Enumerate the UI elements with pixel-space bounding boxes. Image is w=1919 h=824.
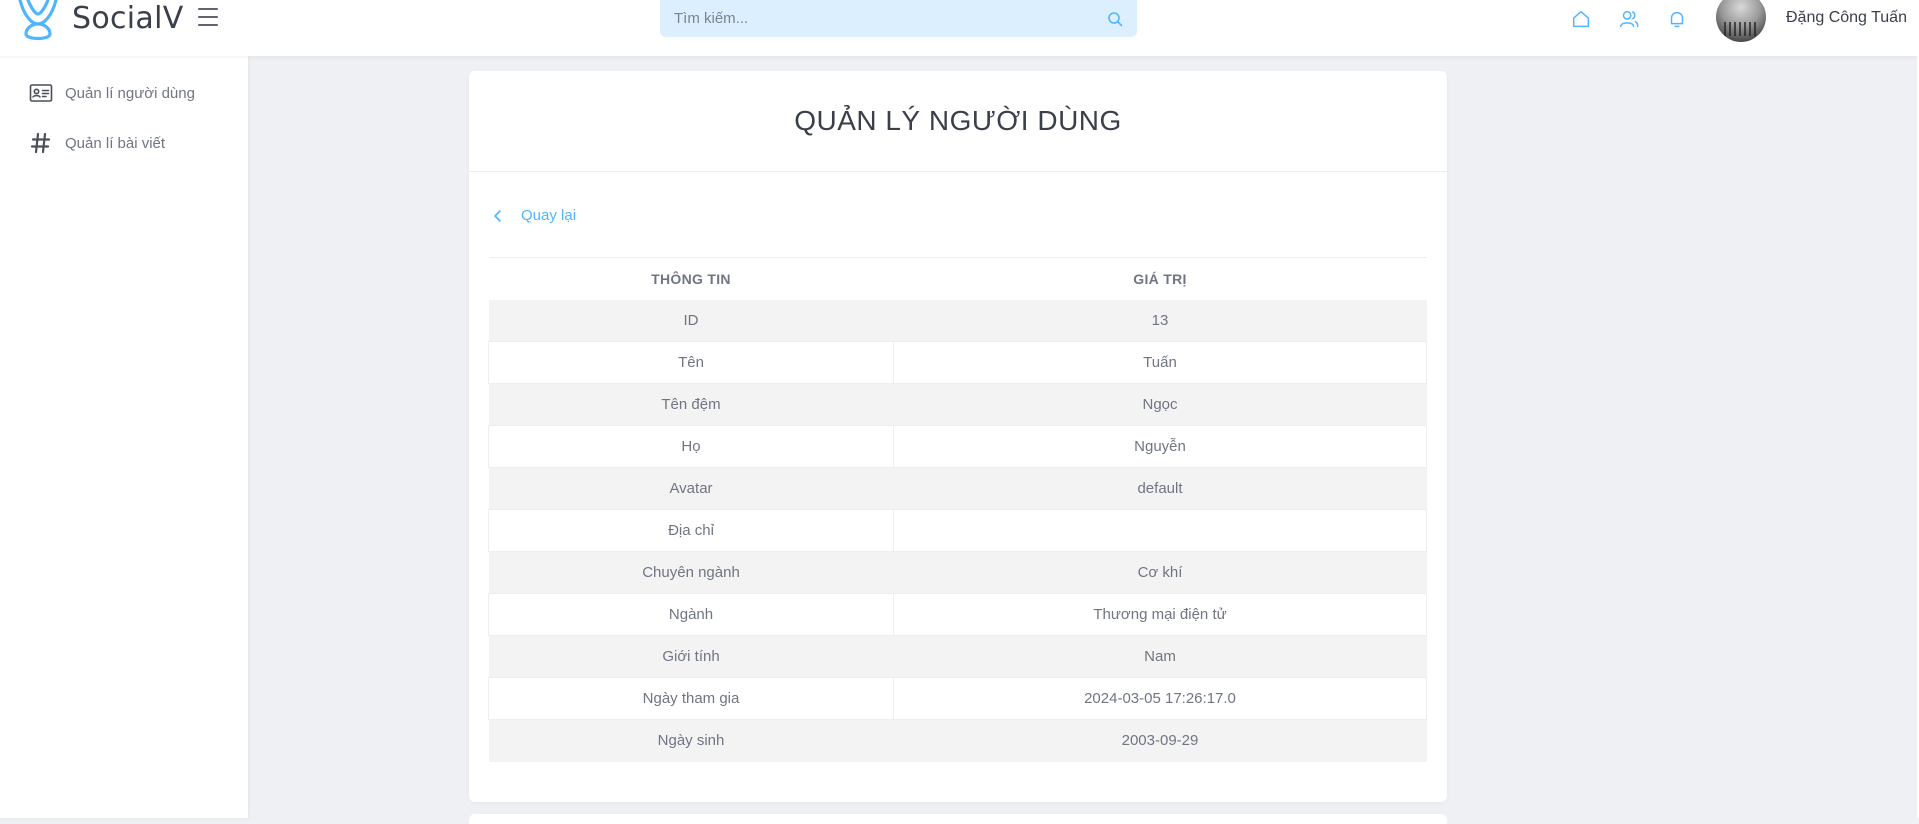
row-value: 2003-09-29 <box>893 719 1427 762</box>
table-row: Avatar default <box>488 467 1427 510</box>
table-row: Địa chỉ <box>488 509 1427 552</box>
menu-toggle-icon[interactable] <box>198 8 218 26</box>
row-label: Ngày tham gia <box>488 677 894 720</box>
table-header-row: THÔNG TIN GIÁ TRỊ <box>488 257 1427 300</box>
brand-logo[interactable]: SocialV <box>14 0 184 42</box>
search-icon[interactable] <box>1107 11 1123 27</box>
home-icon[interactable] <box>1570 8 1592 30</box>
row-label: Tên đệm <box>488 383 894 426</box>
row-value: Ngọc <box>893 383 1427 426</box>
next-card-edge <box>469 814 1447 824</box>
row-value: Cơ khí <box>893 551 1427 594</box>
sidebar-item-label: Quản lí bài viết <box>65 134 166 152</box>
page-title: QUẢN LÝ NGƯỜI DÙNG <box>794 105 1122 136</box>
row-value: default <box>893 467 1427 510</box>
row-label: Chuyên ngành <box>488 551 894 594</box>
back-label: Quay lại <box>521 207 577 224</box>
row-value: Thương mại điện tử <box>893 593 1427 636</box>
table-row: Ngành Thương mại điện tử <box>488 593 1427 636</box>
user-name[interactable]: Đặng Công Tuấn <box>1786 9 1907 27</box>
search-bar <box>660 0 1137 37</box>
row-value: Nguyễn <box>893 425 1427 468</box>
row-label: Avatar <box>488 467 894 510</box>
sidebar-item-label: Quản lí người dùng <box>65 84 195 102</box>
hashtag-icon <box>30 132 51 154</box>
row-value: Tuấn <box>893 341 1427 384</box>
table-row: Tên Tuấn <box>488 341 1427 384</box>
friends-icon[interactable] <box>1618 8 1640 30</box>
table-row: Ngày sinh 2003-09-29 <box>488 719 1427 762</box>
row-value: 2024-03-05 17:26:17.0 <box>893 677 1427 720</box>
table-row: Họ Nguyễn <box>488 425 1427 468</box>
column-header-value: GIÁ TRỊ <box>893 257 1427 300</box>
id-card-icon <box>29 84 53 102</box>
row-label: Tên <box>488 341 894 384</box>
table-row: ID 13 <box>488 299 1427 342</box>
chevron-left-icon <box>494 209 501 222</box>
user-detail-card: QUẢN LÝ NGƯỜI DÙNG Quay lại THÔNG TIN GI… <box>469 71 1447 802</box>
user-info-table: THÔNG TIN GIÁ TRỊ ID 13 Tên Tuấn Tên đệm… <box>488 257 1427 762</box>
sidebar-item-user-management[interactable]: Quản lí người dùng <box>0 68 248 118</box>
table-row: Giới tính Nam <box>488 635 1427 678</box>
sidebar: Quản lí người dùng Quản lí bài viết <box>0 56 248 818</box>
row-label: ID <box>488 299 894 342</box>
row-label: Ngày sinh <box>488 719 894 762</box>
sidebar-item-post-management[interactable]: Quản lí bài viết <box>0 118 248 168</box>
brand-name: SocialV <box>72 0 184 36</box>
row-label: Giới tính <box>488 635 894 678</box>
table-row: Ngày tham gia 2024-03-05 17:26:17.0 <box>488 677 1427 720</box>
column-header-info: THÔNG TIN <box>488 257 894 300</box>
top-navbar: SocialV Đặng Công Tuấn <box>0 0 1919 56</box>
row-value: 13 <box>893 299 1427 342</box>
back-button[interactable]: Quay lại <box>491 207 576 224</box>
card-header: QUẢN LÝ NGƯỜI DÙNG <box>469 71 1447 172</box>
table-row: Tên đệm Ngọc <box>488 383 1427 426</box>
avatar[interactable] <box>1716 0 1766 42</box>
row-value <box>893 509 1427 552</box>
row-label: Họ <box>488 425 894 468</box>
bell-icon[interactable] <box>1666 8 1688 30</box>
logo-icon <box>18 0 58 41</box>
table-row: Chuyên ngành Cơ khí <box>488 551 1427 594</box>
search-input[interactable] <box>674 10 1107 27</box>
row-label: Ngành <box>488 593 894 636</box>
row-value: Nam <box>893 635 1427 678</box>
row-label: Địa chỉ <box>488 509 894 552</box>
